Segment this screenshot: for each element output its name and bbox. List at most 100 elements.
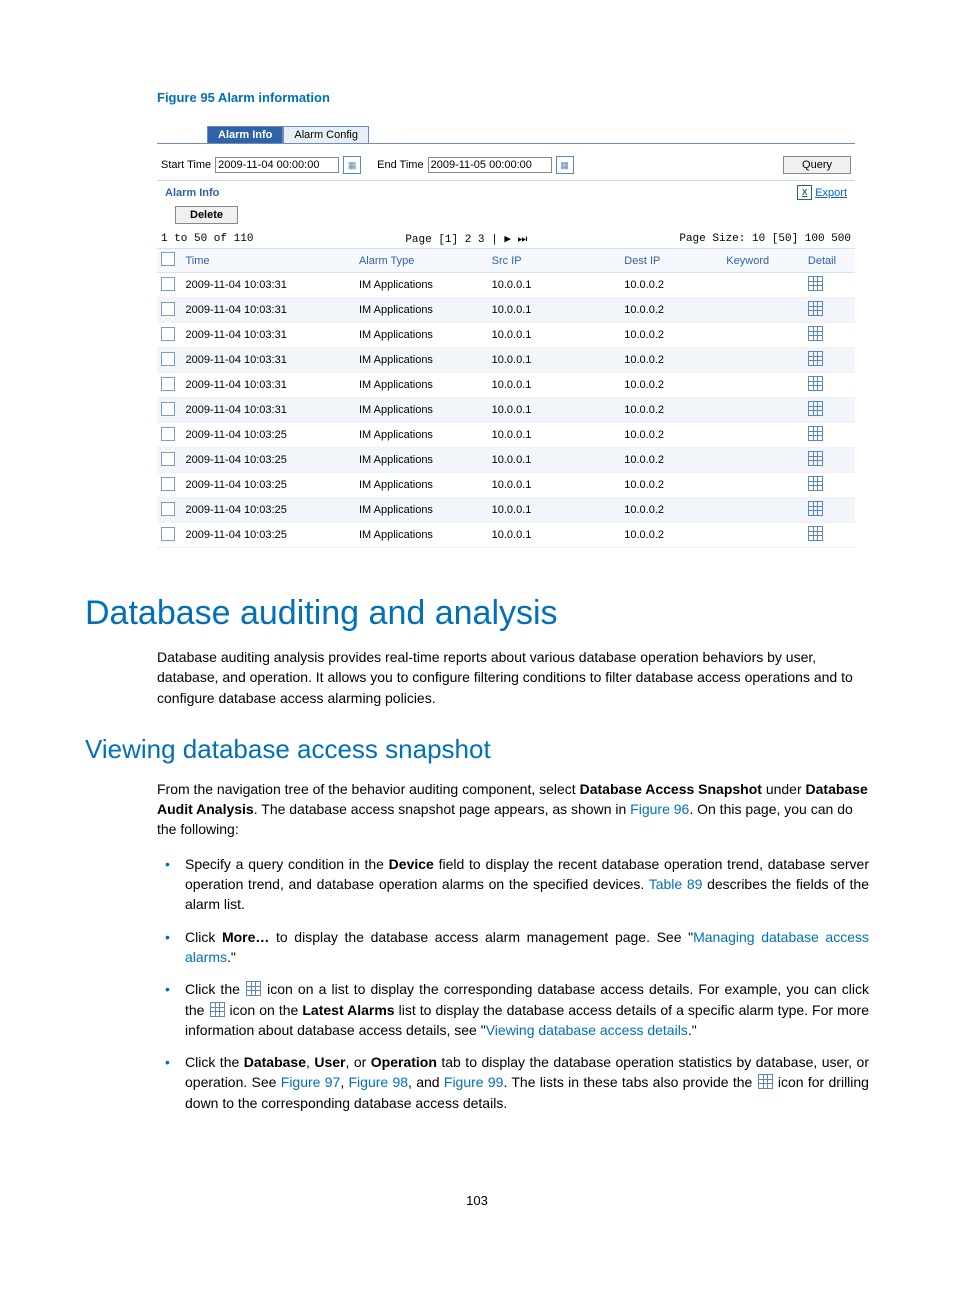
cell-keyword [722, 373, 804, 398]
cell-alarm-type: IM Applications [355, 473, 488, 498]
paragraph: From the navigation tree of the behavior… [157, 779, 869, 840]
detail-icon[interactable] [808, 351, 823, 366]
cell-alarm-type: IM Applications [355, 298, 488, 323]
cell-src-ip: 10.0.0.1 [488, 348, 621, 373]
pager-pages[interactable]: Page [1] 2 3 | ▶ ⏭ [253, 232, 679, 246]
detail-icon[interactable] [808, 426, 823, 441]
col-keyword[interactable]: Keyword [722, 249, 804, 273]
detail-icon[interactable] [808, 376, 823, 391]
alarm-table: Time Alarm Type Src IP Dest IP Keyword D… [157, 248, 855, 548]
table-89-link[interactable]: Table 89 [649, 876, 703, 892]
cell-dest-ip: 10.0.0.2 [620, 423, 722, 448]
detail-icon[interactable] [808, 326, 823, 341]
cell-time: 2009-11-04 10:03:31 [181, 373, 354, 398]
cell-time: 2009-11-04 10:03:25 [181, 448, 354, 473]
tab-alarm-info[interactable]: Alarm Info [207, 126, 283, 143]
cell-time: 2009-11-04 10:03:25 [181, 498, 354, 523]
row-checkbox[interactable] [161, 427, 175, 441]
cell-keyword [722, 298, 804, 323]
cell-dest-ip: 10.0.0.2 [620, 448, 722, 473]
cell-dest-ip: 10.0.0.2 [620, 298, 722, 323]
cell-keyword [722, 273, 804, 298]
col-detail[interactable]: Detail [804, 249, 855, 273]
cell-src-ip: 10.0.0.1 [488, 373, 621, 398]
grid-icon [210, 1002, 225, 1017]
figure-98-link[interactable]: Figure 98 [349, 1074, 409, 1090]
col-src-ip[interactable]: Src IP [488, 249, 621, 273]
cell-alarm-type: IM Applications [355, 448, 488, 473]
cell-alarm-type: IM Applications [355, 373, 488, 398]
select-all-checkbox[interactable] [161, 252, 175, 266]
detail-icon[interactable] [808, 526, 823, 541]
query-button[interactable]: Query [783, 156, 851, 174]
table-row: 2009-11-04 10:03:31IM Applications10.0.0… [157, 323, 855, 348]
row-checkbox[interactable] [161, 352, 175, 366]
calendar-icon[interactable]: ▦ [556, 156, 574, 174]
row-checkbox[interactable] [161, 477, 175, 491]
cell-dest-ip: 10.0.0.2 [620, 348, 722, 373]
start-time-input[interactable] [215, 157, 339, 173]
col-time[interactable]: Time [181, 249, 354, 273]
cell-time: 2009-11-04 10:03:25 [181, 523, 354, 548]
detail-icon[interactable] [808, 301, 823, 316]
row-checkbox[interactable] [161, 327, 175, 341]
cell-dest-ip: 10.0.0.2 [620, 473, 722, 498]
figure-97-link[interactable]: Figure 97 [281, 1074, 341, 1090]
excel-icon: X [797, 185, 812, 200]
cell-src-ip: 10.0.0.1 [488, 398, 621, 423]
table-row: 2009-11-04 10:03:25IM Applications10.0.0… [157, 523, 855, 548]
cell-dest-ip: 10.0.0.2 [620, 323, 722, 348]
row-checkbox[interactable] [161, 502, 175, 516]
detail-icon[interactable] [808, 451, 823, 466]
detail-icon[interactable] [808, 501, 823, 516]
row-checkbox[interactable] [161, 452, 175, 466]
calendar-icon[interactable]: ▦ [343, 156, 361, 174]
detail-icon[interactable] [808, 401, 823, 416]
detail-icon[interactable] [808, 476, 823, 491]
row-checkbox[interactable] [161, 277, 175, 291]
cell-keyword [722, 473, 804, 498]
tab-alarm-config[interactable]: Alarm Config [283, 126, 369, 143]
table-row: 2009-11-04 10:03:31IM Applications10.0.0… [157, 398, 855, 423]
cell-alarm-type: IM Applications [355, 398, 488, 423]
pager-range: 1 to 50 of 110 [161, 233, 253, 245]
list-item: Specify a query condition in the Device … [185, 854, 869, 915]
row-checkbox[interactable] [161, 402, 175, 416]
col-dest-ip[interactable]: Dest IP [620, 249, 722, 273]
table-row: 2009-11-04 10:03:31IM Applications10.0.0… [157, 348, 855, 373]
grid-icon [758, 1074, 773, 1089]
export-link[interactable]: X Export [797, 185, 847, 200]
bullet-list: Specify a query condition in the Device … [157, 854, 869, 1113]
figure-96-link[interactable]: Figure 96 [630, 801, 689, 817]
list-item: Click More… to display the database acce… [185, 927, 869, 968]
cell-dest-ip: 10.0.0.2 [620, 498, 722, 523]
cell-time: 2009-11-04 10:03:31 [181, 298, 354, 323]
row-checkbox[interactable] [161, 302, 175, 316]
cell-src-ip: 10.0.0.1 [488, 323, 621, 348]
cell-alarm-type: IM Applications [355, 323, 488, 348]
detail-icon[interactable] [808, 276, 823, 291]
table-row: 2009-11-04 10:03:31IM Applications 10.0.0… [157, 298, 855, 323]
cell-src-ip: 10.0.0.1 [488, 473, 621, 498]
cell-keyword [722, 323, 804, 348]
cell-src-ip: 10.0.0.1 [488, 423, 621, 448]
cell-src-ip: 10.0.0.1 [488, 498, 621, 523]
delete-button[interactable]: Delete [175, 206, 238, 224]
table-row: 2009-11-04 10:03:25IM Applications10.0.0… [157, 448, 855, 473]
figure-99-link[interactable]: Figure 99 [444, 1074, 504, 1090]
heading-2: Viewing database access snapshot [85, 734, 869, 765]
pager-size[interactable]: Page Size: 10 [50] 100 500 [679, 233, 851, 245]
col-alarm-type[interactable]: Alarm Type [355, 249, 488, 273]
cell-time: 2009-11-04 10:03:31 [181, 323, 354, 348]
figure-caption: Figure 95 Alarm information [157, 90, 869, 105]
table-row: 2009-11-04 10:03:25IM Applications10.0.0… [157, 473, 855, 498]
cell-keyword [722, 423, 804, 448]
heading-1: Database auditing and analysis [85, 594, 869, 633]
viewing-details-link[interactable]: Viewing database access details [486, 1022, 688, 1038]
cell-alarm-type: IM Applications [355, 348, 488, 373]
cell-src-ip: 10.0.0.1 [488, 448, 621, 473]
end-time-input[interactable] [428, 157, 552, 173]
row-checkbox[interactable] [161, 527, 175, 541]
cell-keyword [722, 348, 804, 373]
row-checkbox[interactable] [161, 377, 175, 391]
